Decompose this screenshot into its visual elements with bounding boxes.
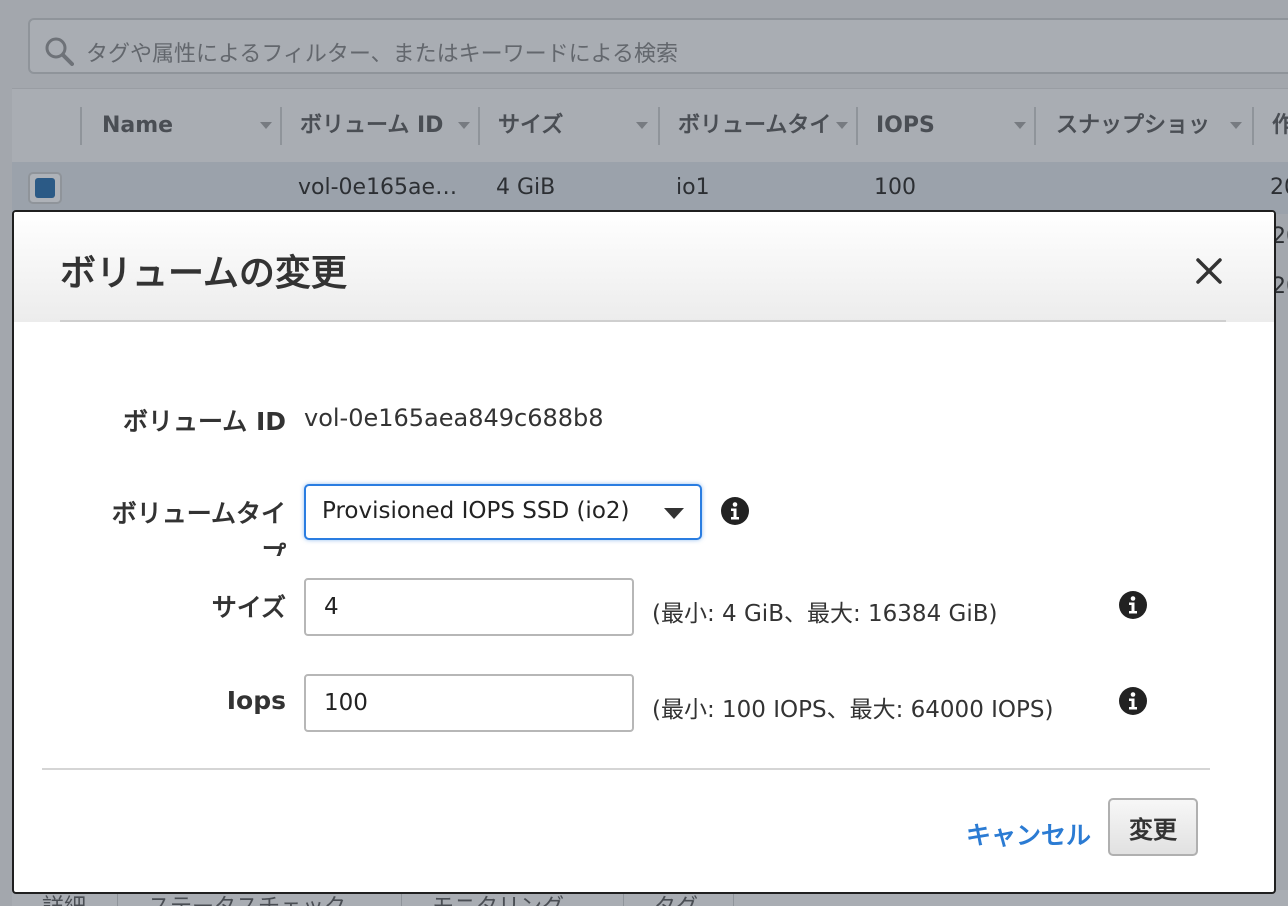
change-button[interactable]: 変更 — [1108, 798, 1198, 856]
column-separator — [80, 107, 82, 145]
column-separator — [1252, 107, 1254, 145]
cell-iops: 100 — [874, 175, 916, 200]
checkbox-checked-mark — [35, 178, 55, 198]
column-separator — [856, 107, 858, 145]
sort-caret-icon — [636, 122, 648, 129]
sort-caret-icon — [260, 122, 272, 129]
modify-volume-dialog: ボリュームの変更 ボリューム ID vol-0e165aea849c688b8 … — [12, 210, 1276, 894]
column-header-volume-type[interactable]: ボリュームタイ — [678, 89, 858, 163]
sort-caret-icon — [458, 122, 470, 129]
info-icon[interactable] — [720, 496, 750, 526]
row-checkbox[interactable] — [28, 172, 62, 204]
volume-id-label: ボリューム ID — [122, 407, 286, 436]
cell-size: 4 GiB — [496, 175, 556, 200]
cell-volume-type: io1 — [676, 175, 710, 200]
column-header-label: IOPS — [876, 113, 935, 138]
column-separator — [1034, 107, 1036, 145]
column-separator — [658, 107, 660, 145]
header-divider — [60, 320, 1226, 322]
iops-input[interactable] — [304, 674, 634, 732]
column-header-created[interactable]: 作 — [1272, 89, 1288, 163]
column-header-label: スナップショッ — [1056, 113, 1211, 138]
column-separator — [478, 107, 480, 145]
sort-caret-icon — [836, 122, 848, 129]
cell-created: 20 — [1270, 175, 1288, 200]
close-icon[interactable] — [1194, 256, 1224, 286]
column-header-iops[interactable]: IOPS — [876, 89, 1036, 163]
column-header-label: Name — [102, 113, 174, 138]
column-header-snapshot[interactable]: スナップショッ — [1056, 89, 1252, 163]
iops-label: Iops — [226, 686, 286, 715]
filter-search-box[interactable]: タグや属性によるフィルター、またはキーワードによる検索 — [28, 18, 1288, 74]
sort-caret-icon — [1230, 122, 1242, 129]
dropdown-arrow-icon — [664, 508, 684, 519]
iops-range-hint: (最小: 100 IOPS、最大: 64000 IOPS) — [652, 697, 1054, 723]
volume-type-select[interactable]: Provisioned IOPS SSD (io2) — [304, 484, 702, 540]
size-label: サイズ — [211, 593, 286, 622]
volume-id-value: vol-0e165aea849c688b8 — [304, 404, 604, 432]
column-header-label: ボリューム ID — [300, 113, 444, 138]
search-icon — [45, 37, 74, 66]
table-row[interactable]: vol-0e165ae… 4 GiB io1 100 20 — [12, 162, 1288, 214]
column-header-label: サイズ — [498, 113, 564, 138]
volume-type-label: ボリュームタイ — [111, 499, 286, 528]
table-header: Name ボリューム ID サイズ ボリュームタイ IOPS スナップショッ 作 — [12, 88, 1288, 163]
column-header-name[interactable]: Name — [102, 89, 282, 163]
footer-divider — [42, 768, 1210, 770]
volume-type-label-wrap: プ — [260, 541, 286, 556]
cancel-link[interactable]: キャンセル — [966, 816, 1091, 852]
dialog-title: ボリュームの変更 — [60, 253, 347, 294]
column-header-size[interactable]: サイズ — [498, 89, 658, 163]
column-header-label: 作 — [1272, 113, 1288, 138]
sort-caret-icon — [1014, 122, 1026, 129]
info-icon[interactable] — [1118, 686, 1148, 716]
size-range-hint: (最小: 4 GiB、最大: 16384 GiB) — [652, 601, 998, 627]
column-separator — [280, 107, 282, 145]
cell-volume-id: vol-0e165ae… — [298, 175, 458, 200]
info-icon[interactable] — [1118, 590, 1148, 620]
column-header-volume-id[interactable]: ボリューム ID — [300, 89, 480, 163]
search-placeholder: タグや属性によるフィルター、またはキーワードによる検索 — [86, 42, 679, 67]
size-input[interactable] — [304, 578, 634, 636]
dialog-header: ボリュームの変更 — [14, 212, 1274, 322]
column-header-label: ボリュームタイ — [678, 113, 832, 138]
volume-type-selected-value: Provisioned IOPS SSD (io2) — [322, 498, 630, 524]
